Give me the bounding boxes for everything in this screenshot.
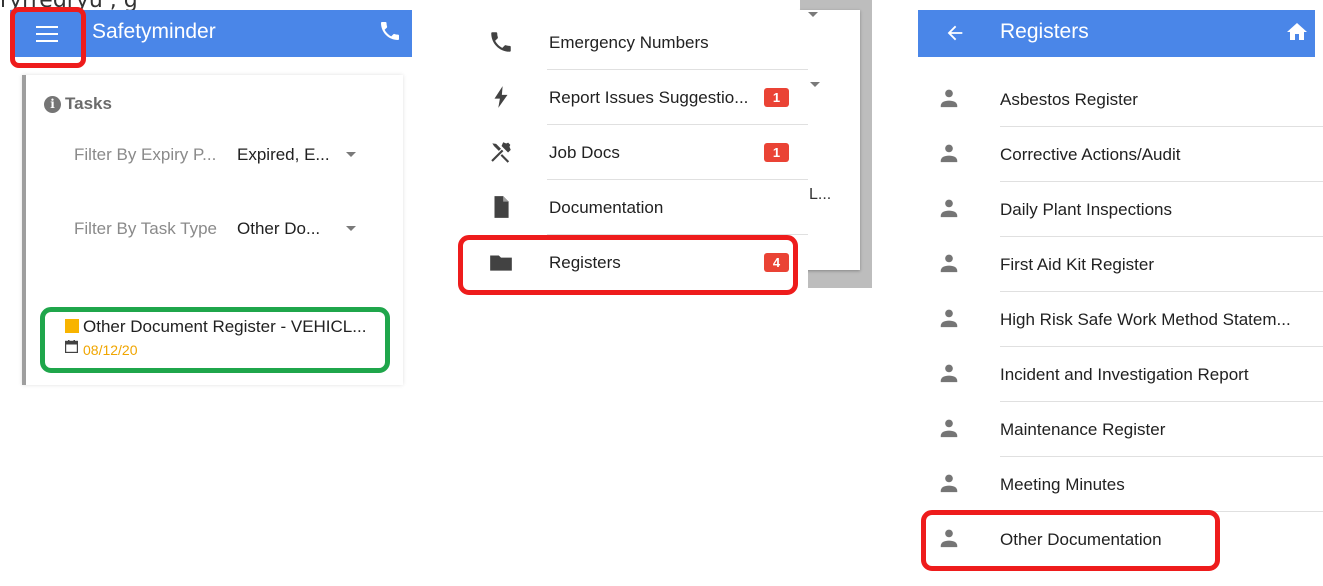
registers-app-bar	[918, 10, 1315, 57]
drawer-item-label: Documentation	[549, 198, 664, 217]
person-icon	[940, 419, 958, 438]
tools-icon	[491, 142, 511, 163]
register-item[interactable]: Maintenance Register	[918, 402, 1323, 457]
tasks-label: Tasks	[65, 94, 112, 113]
register-item-label: Maintenance Register	[1000, 420, 1166, 439]
person-icon	[940, 199, 958, 218]
register-item-label: Daily Plant Inspections	[1000, 200, 1172, 219]
filter-expiry-label: Filter By Expiry P...	[74, 145, 217, 164]
filter-expiry-select[interactable]: Expired, E...	[237, 145, 330, 165]
chevron-down-icon	[810, 82, 820, 87]
app-title: Safetyminder	[92, 20, 216, 43]
person-icon	[940, 144, 958, 163]
drawer-item-documentation[interactable]: Documentation	[460, 180, 808, 235]
register-item[interactable]: High Risk Safe Work Method Statem...	[918, 292, 1323, 347]
register-item-label: Incident and Investigation Report	[1000, 365, 1249, 384]
background-truncated-text: L...	[809, 186, 832, 203]
registers-highlight	[458, 235, 798, 295]
info-icon: i	[44, 95, 61, 113]
register-item-label: Meeting Minutes	[1000, 475, 1125, 494]
phone-icon	[491, 32, 511, 52]
person-icon	[940, 309, 958, 328]
home-icon[interactable]	[1285, 20, 1309, 44]
drawer-item-emergency-numbers[interactable]: Emergency Numbers	[460, 15, 808, 70]
register-item-label: High Risk Safe Work Method Statem...	[1000, 310, 1291, 329]
person-icon	[940, 89, 958, 108]
register-item-label: Corrective Actions/Audit	[1000, 145, 1181, 164]
drawer-item-label: Job Docs	[549, 143, 620, 162]
arrow-back-icon[interactable]	[944, 22, 966, 44]
count-badge: 1	[764, 143, 789, 162]
chevron-down-icon[interactable]	[346, 152, 356, 157]
person-icon	[940, 364, 958, 383]
drawer-item-report-issues[interactable]: Report Issues Suggestio... 1	[460, 70, 808, 125]
chevron-down-icon	[808, 12, 818, 17]
flash-icon	[494, 86, 508, 108]
task-highlight	[40, 307, 390, 373]
register-item-label: First Aid Kit Register	[1000, 255, 1154, 274]
background-card	[800, 10, 860, 270]
register-item[interactable]: Meeting Minutes	[918, 457, 1323, 512]
register-item-label: Asbestos Register	[1000, 90, 1138, 109]
filter-task-type-label: Filter By Task Type	[74, 219, 217, 238]
register-item[interactable]: First Aid Kit Register	[918, 237, 1323, 292]
menu-button-highlight	[10, 7, 86, 68]
register-item[interactable]: Daily Plant Inspections	[918, 182, 1323, 237]
drawer-item-label: Report Issues Suggestio...	[549, 88, 749, 107]
cropped-caption: ryrregryu , g	[0, 0, 900, 10]
drawer-item-job-docs[interactable]: Job Docs 1	[460, 125, 808, 180]
phone-icon[interactable]	[378, 19, 402, 43]
register-item[interactable]: Asbestos Register	[918, 72, 1323, 127]
register-item[interactable]: Incident and Investigation Report	[918, 347, 1323, 402]
register-item[interactable]: Corrective Actions/Audit	[918, 127, 1323, 182]
person-icon	[940, 474, 958, 493]
chevron-down-icon[interactable]	[346, 226, 356, 231]
count-badge: 1	[764, 88, 789, 107]
tasks-header: i Tasks	[44, 94, 112, 114]
drawer-item-label: Emergency Numbers	[549, 33, 709, 52]
other-documentation-highlight	[921, 510, 1220, 571]
filter-task-type-select[interactable]: Other Do...	[237, 219, 320, 239]
file-icon	[494, 196, 509, 218]
registers-title: Registers	[1000, 20, 1089, 43]
person-icon	[940, 254, 958, 273]
